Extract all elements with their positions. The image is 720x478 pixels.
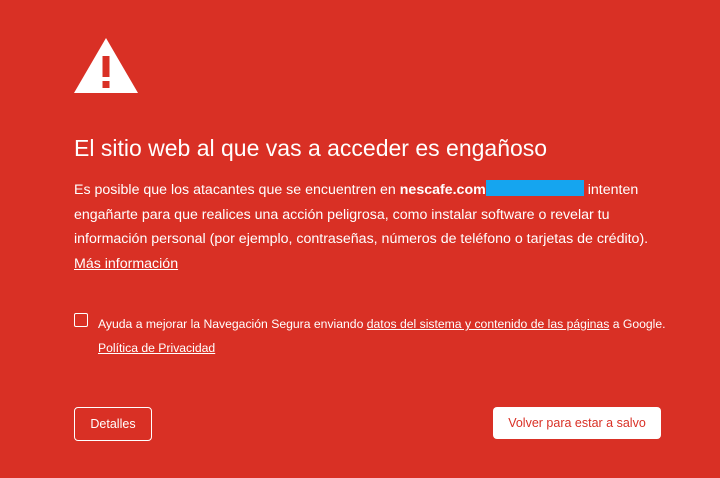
warning-triangle-icon	[74, 38, 138, 93]
back-to-safety-button[interactable]: Volver para estar a salvo	[493, 407, 661, 439]
warning-message: Es posible que los atacantes que se encu…	[74, 178, 664, 276]
safe-browsing-optin: Ayuda a mejorar la Navegación Segura env…	[74, 312, 674, 362]
system-data-link[interactable]: datos del sistema y contenido de las pág…	[367, 317, 610, 331]
site-domain: nescafe.com	[399, 182, 486, 198]
details-button[interactable]: Detalles	[74, 407, 152, 441]
privacy-policy-link[interactable]: Política de Privacidad	[98, 341, 215, 355]
optin-label: Ayuda a mejorar la Navegación Segura env…	[98, 312, 673, 360]
page-title: El sitio web al que vas a acceder es eng…	[74, 135, 548, 161]
optin-text-1: Ayuda a mejorar la Navegación Segura env…	[98, 317, 367, 331]
optin-checkbox[interactable]	[74, 313, 88, 327]
optin-text-2: a Google.	[609, 317, 666, 331]
redacted-url-block	[485, 180, 584, 196]
warning-text-intro: Es posible que los atacantes que se encu…	[74, 182, 400, 198]
learn-more-link[interactable]: Más información	[74, 256, 178, 272]
